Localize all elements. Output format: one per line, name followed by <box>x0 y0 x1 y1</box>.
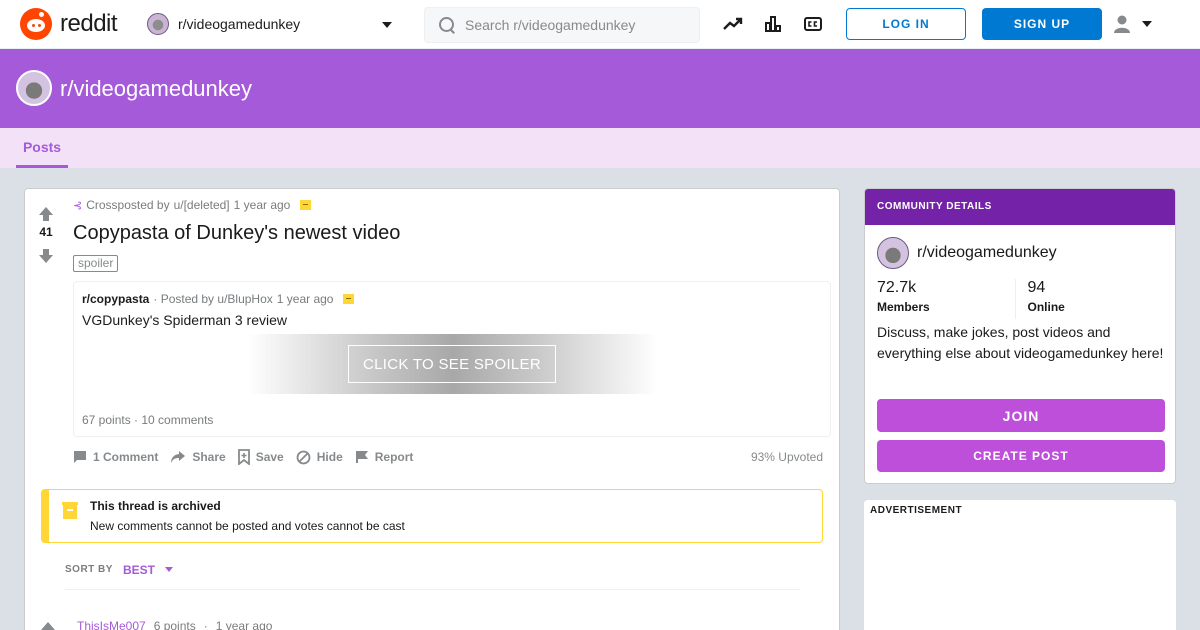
flag-icon <box>355 451 368 463</box>
subreddit-tabs: Posts <box>0 128 1200 168</box>
share-icon <box>171 451 186 463</box>
subreddit-avatar <box>16 70 52 106</box>
embed-stats: 67 points · 10 comments <box>82 413 214 427</box>
embed-title[interactable]: VGDunkey's Spiderman 3 review <box>82 312 287 328</box>
tab-posts[interactable]: Posts <box>16 128 68 168</box>
post-meta: ⊰ Crossposted by u/[deleted] 1 year ago <box>73 198 312 212</box>
comment-time[interactable]: 1 year ago <box>216 619 273 630</box>
comment-header: ThisIsMe007 6 points · 1 year ago <box>41 619 272 630</box>
post-actions: 1 Comment Share Save Hide Report <box>73 447 425 467</box>
crosspost-prefix: Crossposted by <box>86 198 170 212</box>
vote-column: 41 <box>33 199 59 269</box>
community-name: r/videogamedunkey <box>917 244 1057 261</box>
chevron-down-icon <box>164 567 173 572</box>
comment-upvote-icon[interactable] <box>41 622 55 630</box>
online-stat: 94 Online <box>1016 279 1166 319</box>
reddit-logo[interactable]: reddit <box>20 8 118 40</box>
community-dropdown-label: r/videogamedunkey <box>178 16 301 32</box>
comments-button[interactable]: 1 Comment <box>73 450 158 464</box>
join-button[interactable]: JOIN <box>877 399 1165 432</box>
advertisement-label: ADVERTISEMENT <box>870 505 963 516</box>
subreddit-title: r/videogamedunkey <box>60 76 253 101</box>
archive-box-icon <box>62 502 78 519</box>
upvote-button[interactable] <box>33 199 59 221</box>
top-header: reddit r/videogamedunkey LOG IN SIGN UP <box>0 0 1200 49</box>
post-card: 41 ⊰ Crossposted by u/[deleted] 1 year a… <box>24 188 840 630</box>
embed-meta: r/copypasta · Posted by u/BlupHox 1 year… <box>82 292 355 306</box>
embed-subreddit[interactable]: r/copypasta <box>82 292 149 306</box>
community-avatar <box>877 237 909 269</box>
save-label: Save <box>255 450 284 464</box>
share-button[interactable]: Share <box>170 450 226 464</box>
report-label: Report <box>374 450 414 464</box>
upvote-icon <box>39 207 53 221</box>
comment-separator: · <box>203 619 208 630</box>
members-count: 72.7k <box>877 279 917 296</box>
spoiler-flair: spoiler <box>73 255 119 272</box>
save-button[interactable]: Save <box>237 449 284 465</box>
community-info[interactable]: r/videogamedunkey <box>877 237 1057 269</box>
crosspost-icon: ⊰ <box>73 199 83 212</box>
trending-icon[interactable] <box>723 14 743 34</box>
comment-points: 6 points <box>153 619 196 630</box>
crosspost-embed[interactable]: r/copypasta · Posted by u/BlupHox 1 year… <box>73 281 831 437</box>
archived-title: This thread is archived <box>90 499 221 513</box>
community-stats: 72.7k Members 94 Online <box>877 279 1165 319</box>
search-bar[interactable] <box>424 7 700 43</box>
sort-label: SORT BY <box>65 564 113 575</box>
hide-icon <box>296 450 311 464</box>
spoiler-overlay: CLICK TO SEE SPOILER <box>248 334 658 394</box>
community-avatar <box>147 13 169 35</box>
comment-sort: SORT BY BEST <box>65 563 800 590</box>
alien-eye-left <box>32 24 35 27</box>
leaderboard-icon[interactable] <box>763 14 783 34</box>
report-button[interactable]: Report <box>355 450 414 464</box>
crosspost-user[interactable]: u/[deleted] <box>174 198 230 212</box>
community-dropdown[interactable]: r/videogamedunkey <box>140 8 400 40</box>
chevron-down-icon <box>382 22 392 28</box>
chevron-down-icon <box>1142 21 1152 27</box>
closed-captions-icon[interactable] <box>803 14 823 34</box>
online-label: Online <box>1027 300 1065 314</box>
user-icon <box>1114 15 1130 33</box>
downvote-icon <box>39 249 53 263</box>
downvote-button[interactable] <box>33 249 59 269</box>
embed-posted-by: · Posted by u/BlupHox <box>153 292 273 306</box>
crosspost-time[interactable]: 1 year ago <box>234 198 291 212</box>
comments-label: 1 Comment <box>93 450 159 464</box>
logo-wordmark: reddit <box>60 10 118 37</box>
community-description: Discuss, make jokes, post videos and eve… <box>877 324 1164 361</box>
archive-icon <box>343 294 355 304</box>
bookmark-icon <box>237 449 250 465</box>
vote-count: 41 <box>39 225 53 239</box>
share-label: Share <box>192 450 226 464</box>
archived-text: New comments cannot be posted and votes … <box>90 519 405 533</box>
sort-dropdown[interactable]: BEST <box>123 563 155 577</box>
embed-time: 1 year ago <box>276 292 334 306</box>
search-icon <box>439 17 455 33</box>
hide-label: Hide <box>316 450 343 464</box>
advertisement-card: ADVERTISEMENT <box>864 500 1176 630</box>
alien-eye-right <box>38 24 41 27</box>
reveal-spoiler-button[interactable]: CLICK TO SEE SPOILER <box>348 345 556 383</box>
comment-icon <box>74 451 86 463</box>
search-input[interactable] <box>465 17 685 33</box>
community-details-heading: COMMUNITY DETAILS <box>865 189 1175 225</box>
community-details-card: COMMUNITY DETAILS r/videogamedunkey 72.7… <box>864 188 1176 484</box>
comment-author[interactable]: ThisIsMe007 <box>77 619 146 630</box>
signup-button[interactable]: SIGN UP <box>982 8 1102 40</box>
login-button[interactable]: LOG IN <box>846 8 966 40</box>
members-stat: 72.7k Members <box>877 279 1016 319</box>
user-menu[interactable] <box>1112 12 1162 36</box>
post-title[interactable]: Copypasta of Dunkey's newest video <box>73 222 400 245</box>
members-label: Members <box>877 300 930 314</box>
reddit-alien-icon <box>20 8 52 40</box>
upvote-ratio: 93% Upvoted <box>750 450 823 464</box>
subreddit-banner: r/videogamedunkey <box>0 49 1200 128</box>
online-count: 94 <box>1027 279 1046 296</box>
archive-icon <box>300 200 312 210</box>
hide-button[interactable]: Hide <box>296 450 343 465</box>
archived-notice: This thread is archived New comments can… <box>41 489 823 543</box>
create-post-button[interactable]: CREATE POST <box>877 440 1165 472</box>
